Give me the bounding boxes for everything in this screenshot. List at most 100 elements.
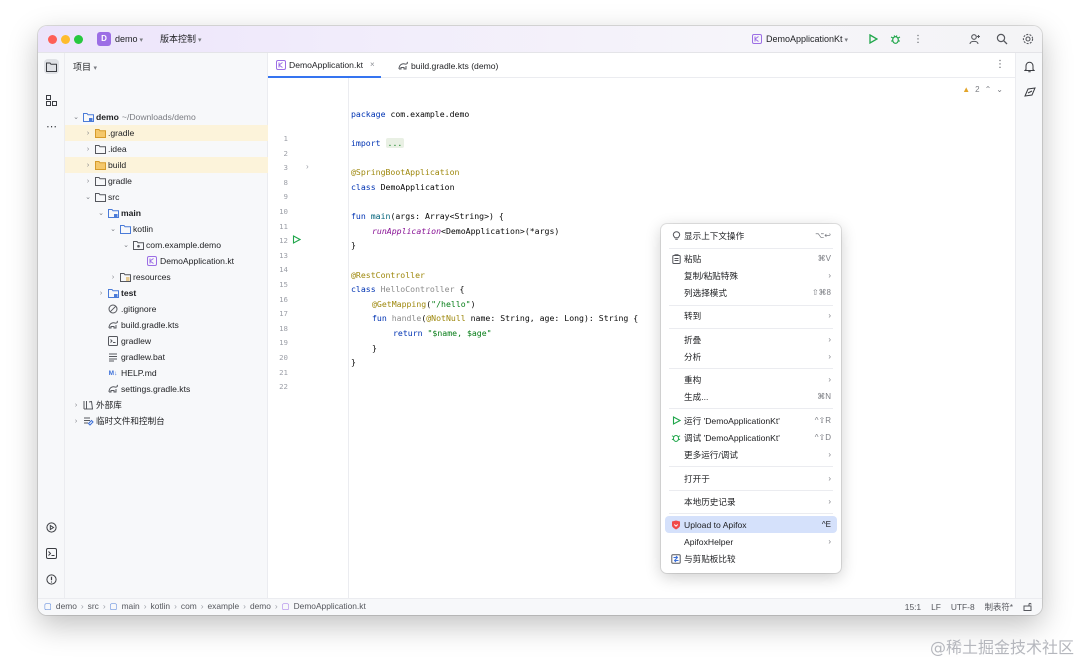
chevron-right-icon[interactable]: › [83, 130, 93, 137]
menu-item-debug[interactable]: 调试 'DemoApplicationKt' ^⇧D [665, 429, 837, 446]
breadcrumb-item[interactable]: src [88, 601, 99, 611]
breadcrumb-item[interactable]: DemoApplication.kt [294, 601, 366, 611]
menu-item-apifox-helper[interactable]: ApifoxHelper › [665, 533, 837, 550]
run-icon[interactable] [866, 32, 880, 46]
vcs-selector[interactable]: 版本控制 ▾ [160, 33, 202, 47]
tree-item-test[interactable]: › test [65, 285, 268, 301]
chevron-right-icon[interactable]: › [83, 162, 93, 169]
chevron-right-icon[interactable]: › [96, 290, 106, 297]
folded-imports[interactable]: ... [385, 138, 405, 149]
services-tool-icon[interactable] [44, 520, 59, 535]
menu-item-open-in[interactable]: 打开于 › [665, 470, 837, 487]
tab-demoapplication-kt[interactable]: DemoApplication.kt × [268, 53, 381, 78]
chevron-right-icon: › [143, 601, 147, 611]
tree-root-demo[interactable]: ⌄ demo ~/Downloads/demo [65, 109, 268, 125]
menu-item-analyze[interactable]: 分析 › [665, 348, 837, 365]
chevron-down-icon: ▾ [139, 37, 144, 44]
zoom-window-button[interactable] [74, 35, 83, 44]
breadcrumb-item[interactable]: com [181, 601, 197, 611]
chevron-down-icon[interactable]: ⌄ [96, 209, 106, 217]
chevron-right-icon: › [243, 601, 246, 611]
chevron-right-icon[interactable]: › [71, 418, 81, 425]
tree-item-gradle-dir[interactable]: › .gradle [65, 125, 268, 141]
menu-item-compare-clipboard[interactable]: 与剪贴板比较 [665, 550, 837, 567]
menu-item-column-selection[interactable]: 列选择模式 ⇧⌘8 [665, 284, 837, 301]
run-gutter-icon[interactable] [292, 235, 302, 246]
project-panel-header[interactable]: 项目 ▾ [73, 60, 97, 74]
apifox-tool-icon[interactable] [1022, 85, 1037, 100]
script-file-icon [107, 335, 119, 347]
more-vertical-icon[interactable]: ⋮ [995, 59, 1005, 70]
tree-item-demoapplication-kt[interactable]: DemoApplication.kt [65, 253, 268, 269]
menu-item-paste[interactable]: 粘贴 ⌘V [665, 250, 837, 267]
tree-item-resources[interactable]: › resources [65, 269, 268, 285]
chevron-down-icon: ▾ [844, 37, 849, 44]
breadcrumb-item[interactable]: kotlin [151, 601, 171, 611]
project-selector[interactable]: demo ▾ [115, 33, 143, 47]
menu-item-refactor[interactable]: 重构 › [665, 371, 837, 388]
tree-item-package[interactable]: ⌄ com.example.demo [65, 237, 268, 253]
gear-icon[interactable] [1021, 32, 1035, 46]
run-config-selector[interactable]: DemoApplicationKt ▾ [766, 33, 848, 47]
breadcrumb-item[interactable]: demo [56, 601, 77, 611]
tree-item-scratches[interactable]: › 临时文件和控制台 [65, 413, 268, 429]
tree-item-src[interactable]: ⌄ src [65, 189, 268, 205]
menu-item-goto[interactable]: 转到 › [665, 307, 837, 324]
tree-item-gradlew-bat[interactable]: gradlew.bat [65, 349, 268, 365]
inspection-widget[interactable]: ▲ 2 ⌃ ⌄ [962, 85, 1003, 94]
problems-tool-icon[interactable] [44, 572, 59, 587]
tree-item-gradlew[interactable]: gradlew [65, 333, 268, 349]
close-window-button[interactable] [48, 35, 57, 44]
chevron-up-icon[interactable]: ⌃ [985, 85, 992, 94]
close-icon[interactable]: × [370, 60, 375, 69]
indent-setting[interactable]: 制表符* [985, 601, 1013, 613]
chevron-down-icon[interactable]: ⌄ [121, 241, 131, 249]
notifications-icon[interactable] [1022, 59, 1037, 74]
menu-item-run[interactable]: 运行 'DemoApplicationKt' ^⇧R [665, 412, 837, 429]
chevron-down-icon[interactable]: ⌄ [108, 225, 118, 233]
chevron-right-icon[interactable]: › [83, 146, 93, 153]
menu-item-generate[interactable]: 生成... ⌘N [665, 388, 837, 405]
tab-build-gradle-kts[interactable]: build.gradle.kts (demo) [390, 53, 504, 78]
file-encoding[interactable]: UTF-8 [951, 602, 975, 612]
tree-item-gradle[interactable]: › gradle [65, 173, 268, 189]
more-tools-icon[interactable]: ⋯ [44, 119, 59, 134]
terminal-tool-icon[interactable] [44, 546, 59, 561]
chevron-right-icon[interactable]: › [71, 402, 81, 409]
tree-item-external-libraries[interactable]: › 外部库 [65, 397, 268, 413]
structure-tool-icon[interactable] [44, 93, 59, 108]
more-vertical-icon[interactable]: ⋮ [911, 32, 925, 46]
menu-item-show-context-actions[interactable]: 显示上下文操作 ⌥↩ [665, 227, 837, 244]
tree-item-kotlin[interactable]: ⌄ kotlin [65, 221, 268, 237]
tree-item-build[interactable]: › build [65, 157, 268, 173]
debug-icon[interactable] [888, 32, 902, 46]
breadcrumb-item[interactable]: main [122, 601, 140, 611]
chevron-down-icon[interactable]: ⌄ [83, 193, 93, 201]
line-ending[interactable]: LF [931, 602, 941, 612]
line-number: 9 [283, 192, 288, 202]
fold-expand-icon[interactable]: › [306, 162, 309, 171]
search-icon[interactable] [995, 32, 1009, 46]
tree-item-idea[interactable]: › .idea [65, 141, 268, 157]
menu-item-copy-paste-special[interactable]: 复制/粘贴特殊 › [665, 267, 837, 284]
chevron-down-icon[interactable]: ⌄ [996, 85, 1003, 94]
chevron-right-icon[interactable]: › [108, 274, 118, 281]
menu-item-upload-to-apifox[interactable]: Upload to Apifox ^E [665, 516, 837, 533]
caret-position[interactable]: 15:1 [905, 602, 921, 612]
menu-item-local-history[interactable]: 本地历史记录 › [665, 493, 837, 510]
tree-item-settings-gradle-kts[interactable]: settings.gradle.kts [65, 381, 268, 397]
tree-item-help-md[interactable]: M↓ HELP.md [65, 365, 268, 381]
chevron-down-icon[interactable]: ⌄ [71, 113, 81, 121]
breadcrumb-item[interactable]: demo [250, 601, 271, 611]
tree-item-gitignore[interactable]: .gitignore [65, 301, 268, 317]
tree-item-build-gradle-kts[interactable]: build.gradle.kts [65, 317, 268, 333]
project-tool-icon[interactable] [44, 59, 59, 74]
menu-item-folding[interactable]: 折叠 › [665, 331, 837, 348]
add-user-icon[interactable] [968, 32, 982, 46]
menu-item-more-run-debug[interactable]: 更多运行/调试 › [665, 446, 837, 463]
tree-item-main[interactable]: ⌄ main [65, 205, 268, 221]
lock-icon[interactable] [1023, 602, 1032, 613]
chevron-right-icon[interactable]: › [83, 178, 93, 185]
breadcrumb-item[interactable]: example [208, 601, 240, 611]
minimize-window-button[interactable] [61, 35, 70, 44]
